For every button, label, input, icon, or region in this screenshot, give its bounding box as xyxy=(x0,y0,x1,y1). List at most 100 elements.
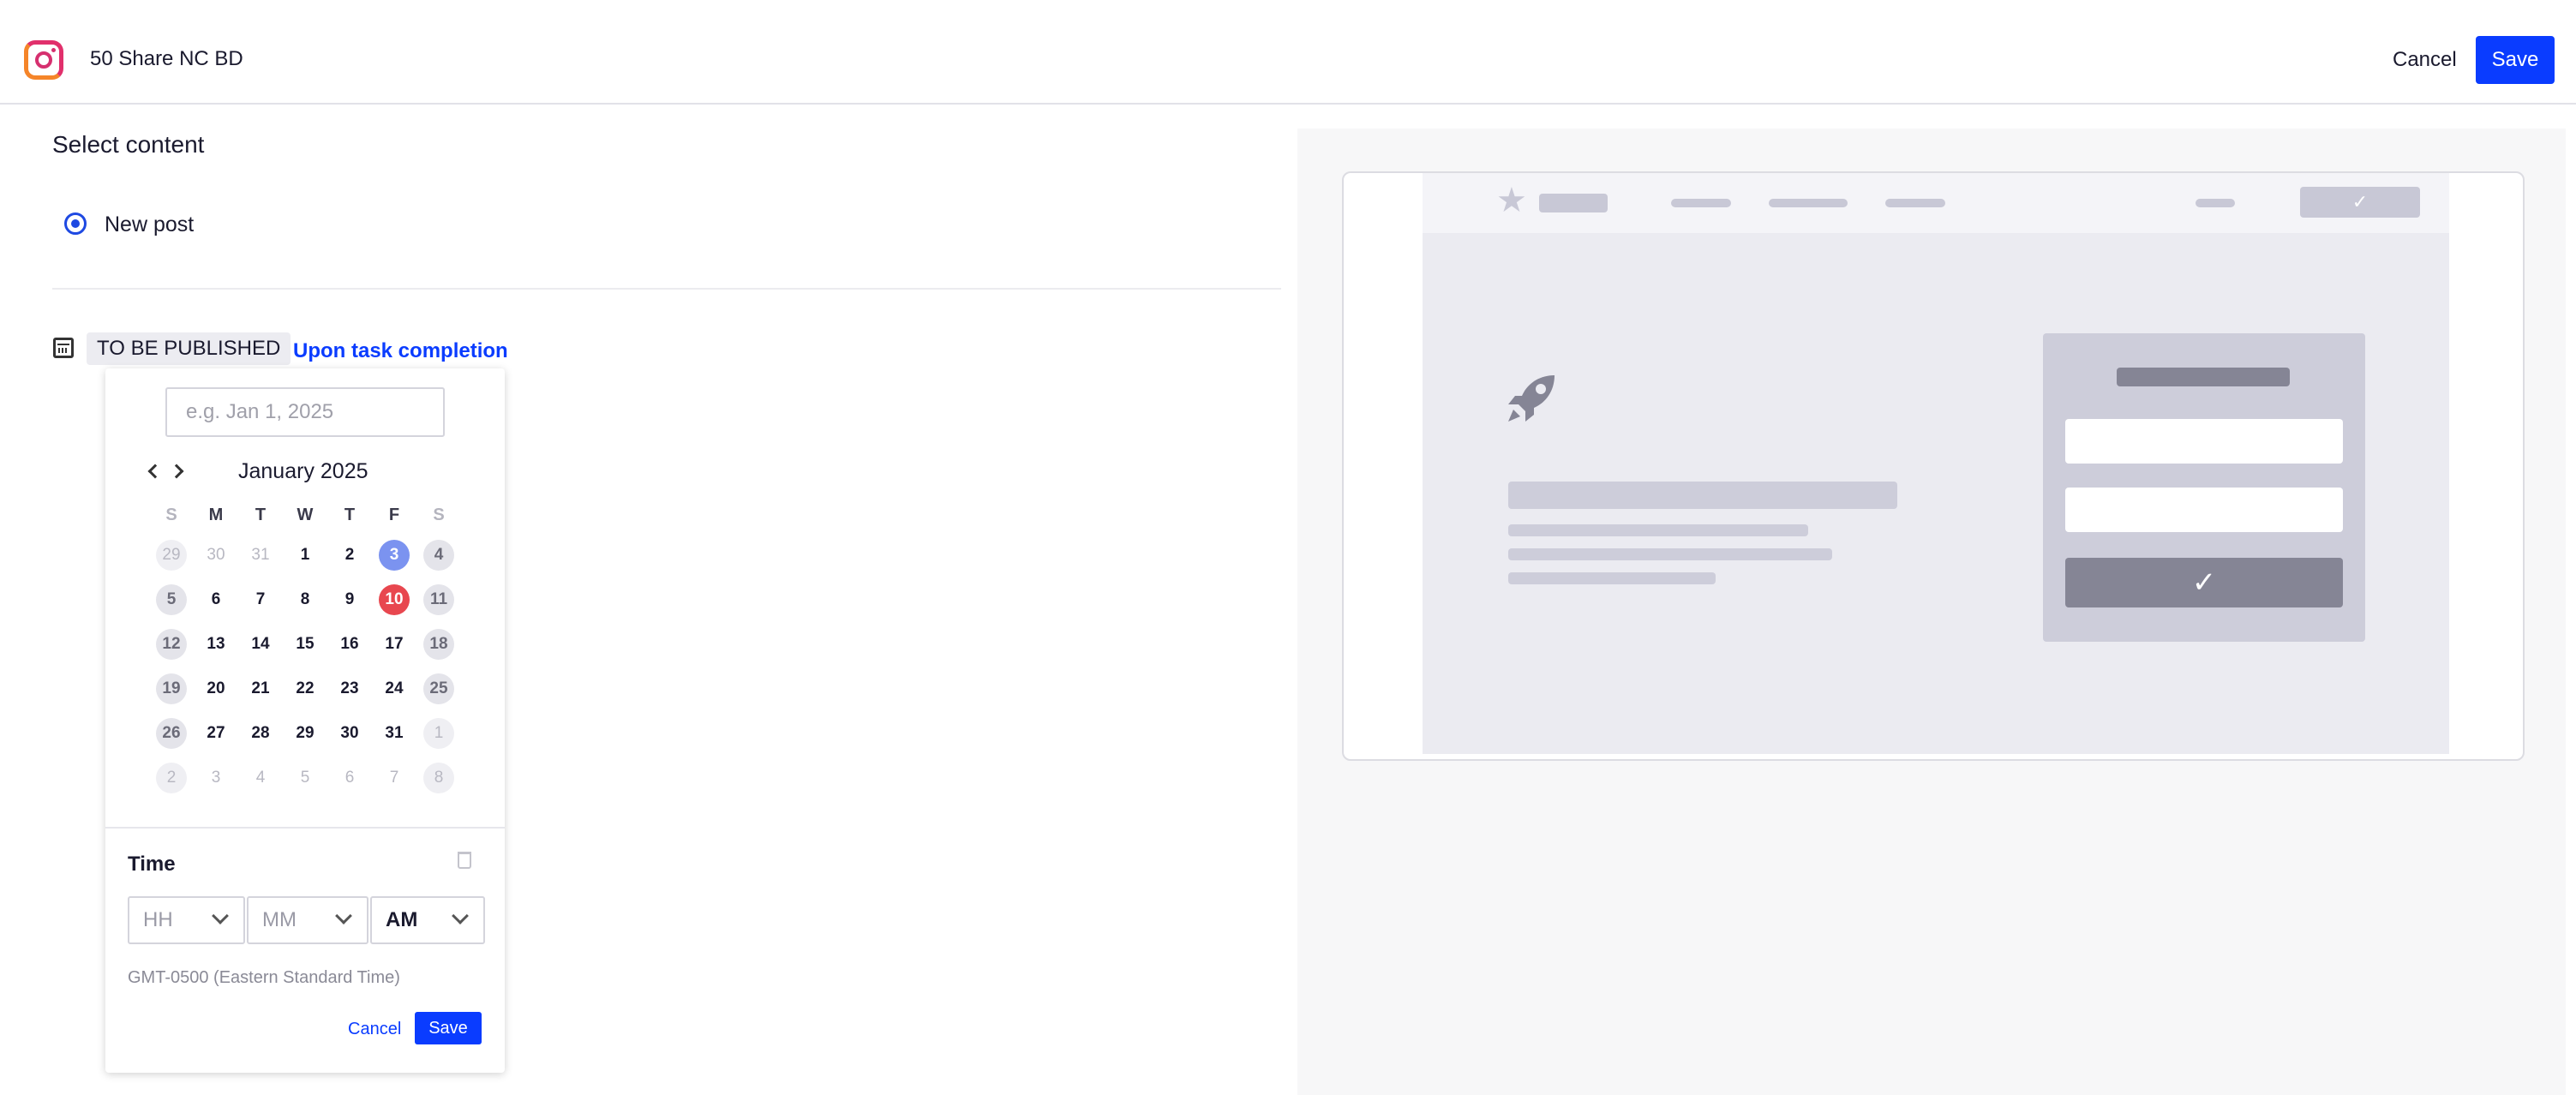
cancel-button[interactable]: Cancel xyxy=(2393,48,2457,72)
mock-text-line xyxy=(1508,524,1808,536)
status-badge[interactable]: TO BE PUBLISHED xyxy=(87,332,291,365)
next-month-button[interactable] xyxy=(168,458,189,484)
calendar-icon xyxy=(53,338,74,358)
calendar-day[interactable]: 9 xyxy=(334,584,365,615)
calendar-day[interactable]: 19 xyxy=(156,673,187,704)
calendar-day[interactable]: 2 xyxy=(156,763,187,793)
month-label: January 2025 xyxy=(238,459,368,483)
mock-text-line xyxy=(1508,572,1716,584)
mock-nav-link xyxy=(1671,199,1731,207)
calendar-day[interactable]: 18 xyxy=(423,629,454,660)
calendar-day[interactable]: 1 xyxy=(423,718,454,749)
calendar-day[interactable]: 7 xyxy=(245,584,276,615)
calendar-day[interactable]: 27 xyxy=(201,718,231,749)
popover-save-button[interactable]: Save xyxy=(415,1012,482,1044)
date-picker-popover: January 2025 S M T W T F S 2930311234567… xyxy=(105,368,505,1073)
section-divider xyxy=(52,288,1281,290)
calendar-day[interactable]: 16 xyxy=(334,629,365,660)
calendar-day[interactable]: 15 xyxy=(290,629,321,660)
preview-panel: ★ ✓ ✓ xyxy=(1297,129,2566,1095)
calendar-day[interactable]: 6 xyxy=(201,584,231,615)
calendar-day[interactable]: 3 xyxy=(379,540,410,571)
weekday-header: T xyxy=(255,506,267,524)
mock-nav-link xyxy=(1885,199,1945,207)
calendar-day[interactable]: 4 xyxy=(245,763,276,793)
star-icon: ★ xyxy=(1496,182,1527,219)
calendar-day[interactable]: 14 xyxy=(245,629,276,660)
select-content-heading: Select content xyxy=(52,131,205,158)
calendar-day[interactable]: 31 xyxy=(379,718,410,749)
weekday-header: S xyxy=(433,506,445,524)
chevron-down-icon xyxy=(212,907,229,924)
mock-form: ✓ xyxy=(2043,333,2365,642)
popover-divider xyxy=(105,827,505,829)
calendar-day[interactable]: 26 xyxy=(156,718,187,749)
period-select[interactable]: AM xyxy=(370,896,485,944)
new-post-label[interactable]: New post xyxy=(105,212,194,237)
mock-logo xyxy=(1539,194,1608,212)
calendar-day[interactable]: 21 xyxy=(245,673,276,704)
calendar-day[interactable]: 29 xyxy=(156,540,187,571)
calendar-day[interactable]: 10 xyxy=(379,584,410,615)
mock-nav-button: ✓ xyxy=(2300,187,2420,218)
chevron-down-icon xyxy=(335,907,352,924)
calendar-day[interactable]: 8 xyxy=(423,763,454,793)
mock-form-field xyxy=(2065,419,2343,464)
calendar-day[interactable]: 5 xyxy=(156,584,187,615)
minute-select-value: MM xyxy=(262,908,297,931)
calendar-day[interactable]: 29 xyxy=(290,718,321,749)
calendar-day[interactable]: 30 xyxy=(201,540,231,571)
instagram-icon xyxy=(24,40,63,80)
calendar-day[interactable]: 23 xyxy=(334,673,365,704)
calendar-day[interactable]: 22 xyxy=(290,673,321,704)
minute-select[interactable]: MM xyxy=(247,896,368,944)
calendar-day[interactable]: 1 xyxy=(290,540,321,571)
save-button[interactable]: Save xyxy=(2476,36,2555,84)
calendar-day[interactable]: 7 xyxy=(379,763,410,793)
calendar-day[interactable]: 30 xyxy=(334,718,365,749)
hour-select-value: HH xyxy=(143,908,173,931)
upon-task-completion-link[interactable]: Upon task completion xyxy=(293,339,508,363)
popover-cancel-button[interactable]: Cancel xyxy=(348,1020,401,1039)
mock-form-field xyxy=(2065,488,2343,532)
calendar-day[interactable]: 20 xyxy=(201,673,231,704)
new-post-radio[interactable] xyxy=(64,212,87,235)
weekday-header: T xyxy=(344,506,356,524)
weekday-header: W xyxy=(297,506,314,524)
mock-heading-bar xyxy=(1508,482,1897,509)
calendar-day[interactable]: 6 xyxy=(334,763,365,793)
calendar-day[interactable]: 31 xyxy=(245,540,276,571)
calendar-day[interactable]: 4 xyxy=(423,540,454,571)
weekday-header: F xyxy=(388,506,400,524)
rocket-icon xyxy=(1508,375,1555,422)
chevron-right-icon xyxy=(169,464,183,479)
time-label: Time xyxy=(128,853,176,876)
top-bar: 50 Share NC BD Cancel Save xyxy=(0,0,2576,105)
calendar-day[interactable]: 8 xyxy=(290,584,321,615)
calendar-day[interactable]: 11 xyxy=(423,584,454,615)
calendar-day[interactable]: 2 xyxy=(334,540,365,571)
calendar-day[interactable]: 28 xyxy=(245,718,276,749)
mock-nav-link xyxy=(2196,199,2235,207)
chevron-down-icon xyxy=(452,907,469,924)
calendar-day[interactable]: 25 xyxy=(423,673,454,704)
check-icon: ✓ xyxy=(2065,558,2343,607)
date-input[interactable] xyxy=(165,387,445,437)
weekday-header: S xyxy=(165,506,177,524)
weekday-header: M xyxy=(208,506,224,524)
mock-form-title xyxy=(2117,368,2290,386)
calendar-day[interactable]: 17 xyxy=(379,629,410,660)
calendar-day[interactable]: 13 xyxy=(201,629,231,660)
trash-icon[interactable] xyxy=(458,852,471,869)
calendar-day[interactable]: 5 xyxy=(290,763,321,793)
preview-frame: ★ ✓ ✓ xyxy=(1342,171,2525,761)
prev-month-button[interactable] xyxy=(142,458,163,484)
mock-text-line xyxy=(1508,548,1832,560)
calendar-day[interactable]: 24 xyxy=(379,673,410,704)
calendar-day[interactable]: 12 xyxy=(156,629,187,660)
timezone-label: GMT-0500 (Eastern Standard Time) xyxy=(128,968,400,987)
page-title: 50 Share NC BD xyxy=(90,47,243,70)
hour-select[interactable]: HH xyxy=(128,896,245,944)
calendar-day[interactable]: 3 xyxy=(201,763,231,793)
mock-nav-link xyxy=(1769,199,1848,207)
